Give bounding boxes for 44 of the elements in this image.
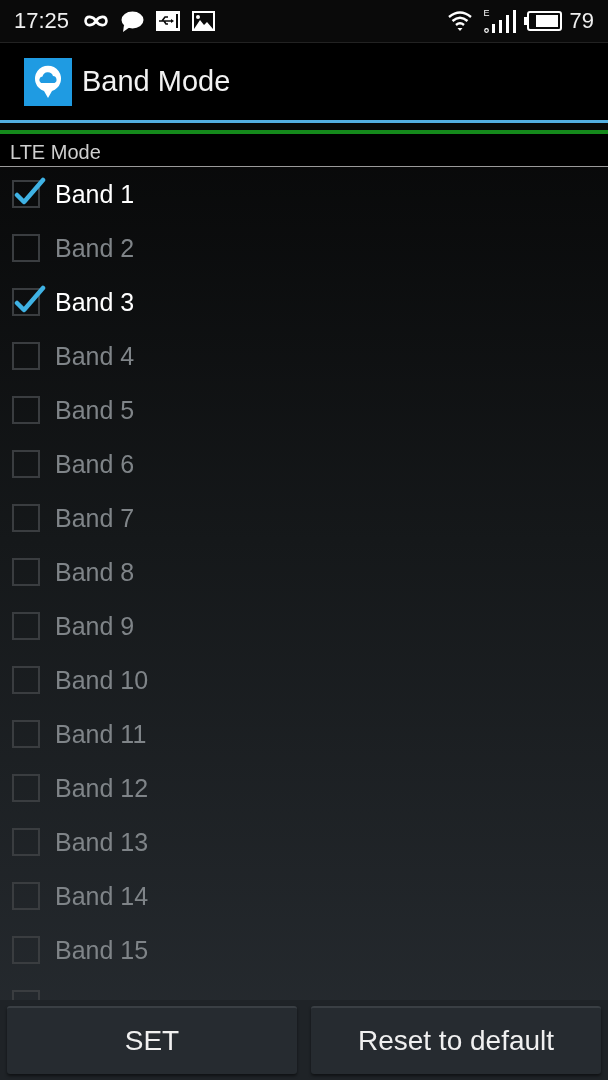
checkbox[interactable] [12, 612, 40, 640]
checkbox[interactable] [12, 504, 40, 532]
checkbox[interactable] [12, 396, 40, 424]
checkbox[interactable] [12, 828, 40, 856]
battery-icon [523, 11, 562, 31]
band-label[interactable]: Band 9 [55, 613, 135, 639]
set-button[interactable]: SET [7, 1006, 297, 1074]
status-time: 17:25 [14, 10, 70, 32]
band-label[interactable]: Band 4 [55, 343, 135, 369]
image-icon [192, 11, 216, 31]
band-label[interactable]: Band 7 [55, 505, 135, 531]
usb-icon [156, 11, 181, 31]
band-label[interactable]: Band 2 [55, 235, 135, 261]
app-cloud-pin-icon [24, 57, 72, 106]
reset-button[interactable]: Reset to default [311, 1006, 601, 1074]
band-label[interactable]: Band 10 [55, 667, 149, 693]
checkbox[interactable] [12, 666, 40, 694]
app-title: Band Mode [82, 67, 231, 96]
band-label[interactable]: Band 1 [55, 181, 135, 207]
band-label[interactable]: Band 11 [55, 721, 147, 747]
band-label[interactable]: Band 5 [55, 397, 135, 423]
band-label[interactable]: Band 12 [55, 775, 149, 801]
band-label[interactable]: Band 13 [55, 829, 149, 855]
band-label[interactable]: Band 3 [55, 289, 135, 315]
checkbox[interactable] [12, 450, 40, 478]
checkbox[interactable] [12, 342, 40, 370]
band-label[interactable]: Band 8 [55, 559, 135, 585]
band-label[interactable]: Band 15 [55, 937, 149, 963]
checkbox[interactable] [12, 234, 40, 262]
network-type-label: E [483, 9, 490, 18]
checkbox[interactable] [12, 558, 40, 586]
section-header: LTE Mode [10, 141, 101, 162]
checkbox[interactable] [12, 882, 40, 910]
battery-level: 79 [569, 10, 594, 32]
infinity-icon [83, 14, 110, 28]
signal-icon [491, 9, 516, 33]
checkbox[interactable] [12, 720, 40, 748]
checkbox[interactable] [12, 774, 40, 802]
band-label[interactable]: Band 6 [55, 451, 135, 477]
wifi-icon [447, 11, 472, 31]
chat-bubble-icon [121, 10, 145, 32]
checkbox[interactable] [12, 936, 40, 964]
data-dot-icon [484, 28, 489, 33]
band-label[interactable]: Band 14 [55, 883, 149, 909]
